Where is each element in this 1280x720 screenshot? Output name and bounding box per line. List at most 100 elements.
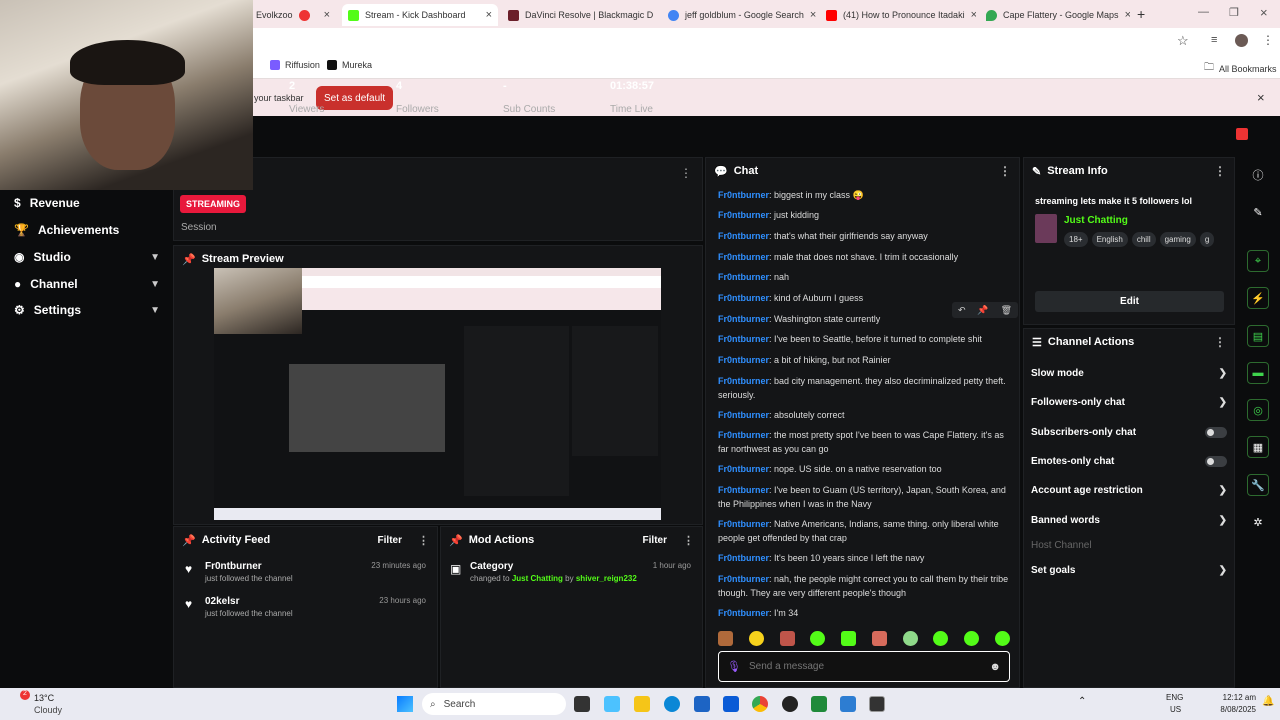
taskbar-search[interactable]: ⌕ Search xyxy=(422,693,566,715)
chat-icon[interactable]: ▬ xyxy=(1247,362,1269,384)
stream-category[interactable]: Just Chatting xyxy=(1064,215,1128,226)
account-age-item[interactable]: Account age restriction ❯ xyxy=(1031,485,1227,496)
browser-menu-icon[interactable]: ⋮ xyxy=(1262,33,1274,47)
emote-icon[interactable] xyxy=(748,630,764,646)
sidebar-item-settings[interactable]: ⚙ Settings ▼ xyxy=(14,303,160,317)
info-icon[interactable]: ⓘ xyxy=(1247,164,1269,186)
microphone-icon[interactable]: 🎙 xyxy=(727,660,741,673)
chat-input[interactable] xyxy=(748,661,982,672)
photos-icon[interactable] xyxy=(840,696,856,712)
new-tab-icon[interactable]: + xyxy=(1137,6,1145,22)
chrome-icon[interactable] xyxy=(752,696,768,712)
chat-username[interactable]: Fr0ntburner xyxy=(718,314,769,324)
mod-menu-icon[interactable]: ⋮ xyxy=(683,534,694,547)
pin-message-icon[interactable]: 📌 xyxy=(977,305,988,316)
chat-username[interactable]: Fr0ntburner xyxy=(718,334,769,344)
camera-icon[interactable]: ⌖ xyxy=(1247,250,1269,272)
layout-icon[interactable]: ▦ xyxy=(1247,436,1269,458)
davinci-icon[interactable] xyxy=(869,696,885,712)
broadcast-icon[interactable]: ◎ xyxy=(1247,399,1269,421)
emote-icon[interactable] xyxy=(810,630,826,646)
set-goals-item[interactable]: Set goals ❯ xyxy=(1031,565,1227,576)
close-icon[interactable]: × xyxy=(810,9,816,21)
close-icon[interactable]: × xyxy=(1125,9,1130,21)
outlook-icon[interactable] xyxy=(723,696,739,712)
settings-icon[interactable]: ✲ xyxy=(1247,511,1269,533)
channel-actions-menu-icon[interactable]: ⋮ xyxy=(1214,335,1226,349)
emote-icon[interactable] xyxy=(964,630,980,646)
sidebar-item-revenue[interactable]: $ Revenue xyxy=(14,196,160,210)
region-indicator[interactable]: US xyxy=(1170,705,1181,714)
all-bookmarks[interactable]: 🗀 All Bookmarks xyxy=(1204,60,1277,77)
set-default-button[interactable]: Set as default xyxy=(316,86,394,110)
edit-icon[interactable]: ✎ xyxy=(1247,201,1269,223)
xbox-icon[interactable] xyxy=(811,696,827,712)
reply-icon[interactable]: ↶ xyxy=(958,305,966,316)
close-infobar-icon[interactable]: × xyxy=(1257,90,1265,105)
close-icon[interactable]: × xyxy=(324,9,330,21)
chat-username[interactable]: Fr0ntburner xyxy=(718,293,769,303)
sidebar-item-studio[interactable]: ◉ Studio ▼ xyxy=(14,250,160,264)
chat-menu-icon[interactable]: ⋮ xyxy=(999,164,1011,178)
chat-username[interactable]: Fr0ntburner xyxy=(718,231,769,241)
lightning-icon[interactable]: ⚡ xyxy=(1247,287,1269,309)
store-icon[interactable] xyxy=(694,696,710,712)
edge-icon[interactable] xyxy=(664,696,680,712)
browser-tab[interactable]: jeff goldblum - Google Search × xyxy=(662,4,818,26)
windows-start-icon[interactable] xyxy=(397,696,413,712)
chat-username[interactable]: Fr0ntburner xyxy=(718,574,769,584)
file-explorer-icon[interactable] xyxy=(634,696,650,712)
browser-tab[interactable]: (41) How to Pronounce Itadaki × xyxy=(820,4,976,26)
bookmark-mureka[interactable]: Mureka xyxy=(327,60,372,70)
stream-preview-video[interactable] xyxy=(214,268,661,520)
weather-desc[interactable]: Cloudy xyxy=(34,705,62,715)
language-indicator[interactable]: ENG xyxy=(1166,693,1183,702)
maximize-icon[interactable]: ❐ xyxy=(1229,6,1239,19)
stream-info-menu-icon[interactable]: ⋮ xyxy=(1214,164,1226,178)
sidebar-item-achievements[interactable]: 🏆 Achievements xyxy=(14,223,160,237)
extension-icon[interactable] xyxy=(1236,128,1248,140)
emoji-icon[interactable]: ☻ xyxy=(989,661,1001,673)
slow-mode-item[interactable]: Slow mode ❯ xyxy=(1031,368,1227,379)
edit-stream-button[interactable]: Edit xyxy=(1035,291,1224,312)
emote-icon[interactable] xyxy=(841,630,857,646)
close-icon[interactable]: × xyxy=(971,9,976,21)
chat-username[interactable]: Fr0ntburner xyxy=(718,376,769,386)
emote-icon[interactable] xyxy=(871,630,887,646)
chat-username[interactable]: Fr0ntburner xyxy=(718,190,769,200)
followers-only-item[interactable]: Followers-only chat ❯ xyxy=(1031,397,1227,408)
chat-username[interactable]: Fr0ntburner xyxy=(718,608,769,618)
sidebar-item-channel[interactable]: ● Channel ▼ xyxy=(14,277,160,291)
emote-icon[interactable] xyxy=(779,630,795,646)
obs-icon[interactable] xyxy=(782,696,798,712)
emotes-only-toggle[interactable] xyxy=(1205,456,1227,467)
close-window-icon[interactable]: × xyxy=(1260,5,1268,20)
chat-input-box[interactable]: 🎙 ☻ xyxy=(718,651,1010,682)
subscribers-only-toggle[interactable] xyxy=(1205,427,1227,438)
emote-icon[interactable] xyxy=(902,630,918,646)
activity-filter-button[interactable]: Filter xyxy=(378,535,402,546)
emote-icon[interactable] xyxy=(994,630,1010,646)
session-menu-icon[interactable]: ⋮ xyxy=(680,166,692,180)
chat-username[interactable]: Fr0ntburner xyxy=(718,553,769,563)
user-link[interactable]: shiver_reign232 xyxy=(576,574,637,583)
wrench-icon[interactable]: 🔧 xyxy=(1247,474,1269,496)
minimize-icon[interactable]: — xyxy=(1198,6,1209,18)
chevron-up-icon[interactable]: ⌃ xyxy=(1078,696,1086,707)
category-link[interactable]: Just Chatting xyxy=(512,574,563,583)
chat-username[interactable]: Fr0ntburner xyxy=(718,430,769,440)
emote-icon[interactable] xyxy=(718,630,733,646)
copilot-icon[interactable] xyxy=(604,696,620,712)
browser-tab[interactable]: DaVinci Resolve | Blackmagic D × xyxy=(502,4,658,26)
browser-tab[interactable]: Cape Flattery - Google Maps × xyxy=(980,4,1130,26)
clock-date[interactable]: 8/08/2025 xyxy=(1216,705,1256,714)
bookmark-riffusion[interactable]: Riffusion xyxy=(270,60,320,70)
browser-tab[interactable]: Evolkzoo × xyxy=(250,4,336,26)
close-icon[interactable]: × xyxy=(486,9,492,21)
profile-avatar[interactable] xyxy=(1235,34,1248,47)
notifications-icon[interactable]: 🔔 xyxy=(1262,696,1274,707)
bookmark-star-icon[interactable]: ☆ xyxy=(1177,33,1189,49)
weather-temp[interactable]: 13°C xyxy=(34,693,54,703)
clock-time[interactable]: 12:12 am xyxy=(1218,693,1256,702)
chat-username[interactable]: Fr0ntburner xyxy=(718,272,769,282)
